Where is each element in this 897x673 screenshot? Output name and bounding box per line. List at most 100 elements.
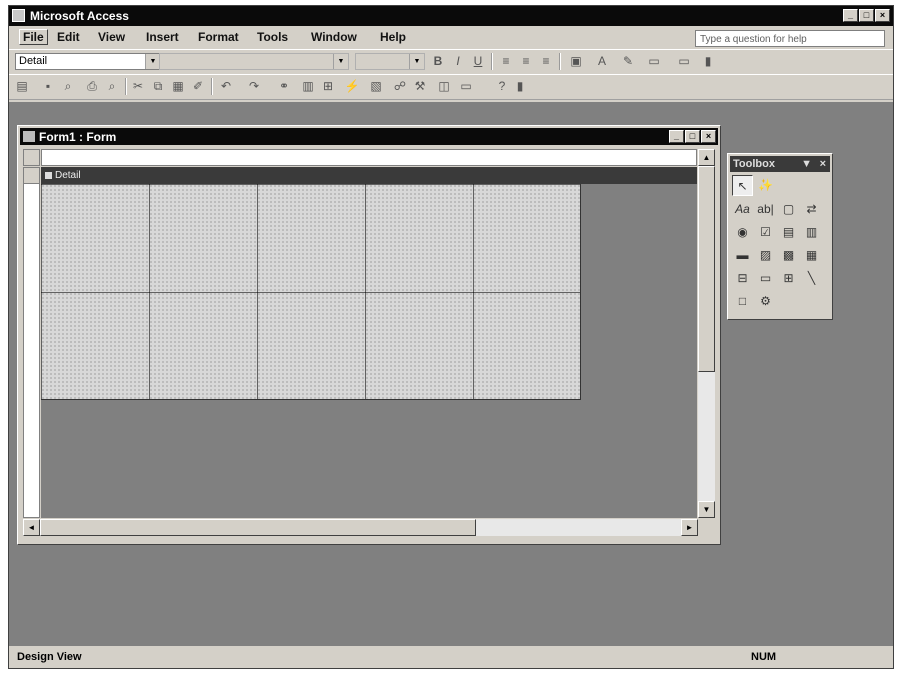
toolbox-icon[interactable]: ⊞ [319,78,337,95]
page-break-icon[interactable]: ⊟ [732,268,753,289]
bound-object-frame-icon[interactable]: ▦ [801,245,822,266]
form-design-toolbar: ▤ ▪ ⌕ ⎙ ⌕ ✂ ⧉ ▦ ✐ ↶ ↷ ⚭ ▥ ⊞ ⚡ ▧ ☍ ⚒ ◫ ▭ … [9,74,893,100]
unbound-object-frame-icon[interactable]: ▩ [778,245,799,266]
vertical-scrollbar[interactable]: ▲ ▼ [698,149,715,518]
option-button-icon[interactable]: ◉ [732,222,753,243]
tab-control-icon[interactable]: ▭ [755,268,776,289]
access-key-icon[interactable] [12,9,25,22]
form-minimize-button[interactable]: _ [669,130,684,143]
form-maximize-button[interactable]: □ [685,130,700,143]
scroll-down-icon[interactable]: ▼ [698,501,715,518]
format-painter-icon[interactable]: ✐ [189,78,207,95]
line-icon[interactable]: ╲ [801,268,822,289]
menu-format[interactable]: Format [198,30,239,44]
toggle-button-icon[interactable]: ⇄ [801,199,822,220]
scroll-right-icon[interactable]: ► [681,519,698,536]
vertical-scroll-thumb[interactable] [698,166,715,372]
form-icon[interactable] [23,131,35,142]
cut-icon[interactable]: ✂ [129,78,147,95]
toolbox-close-icon[interactable]: × [820,156,826,172]
menu-view[interactable]: View [98,30,125,44]
minimize-button[interactable]: _ [843,9,858,22]
toolbar-options-icon[interactable]: ▮ [511,78,529,95]
status-view: Design View [17,651,82,663]
list-box-icon[interactable]: ▥ [801,222,822,243]
paste-icon[interactable]: ▦ [169,78,187,95]
line-color-icon[interactable]: ✎ [619,53,637,70]
line-width-icon[interactable]: ▭ [645,53,663,70]
object-selector[interactable]: Detail ▼ [15,53,161,70]
section-selector[interactable] [23,167,40,184]
toolbar-options-icon[interactable]: ▮ [699,53,717,70]
combo-box-icon[interactable]: ▤ [778,222,799,243]
form-selector[interactable] [23,149,40,166]
copy-icon[interactable]: ⧉ [149,78,167,95]
more-controls-icon[interactable]: ⚙ [755,291,776,312]
horizontal-ruler[interactable] [41,149,697,166]
menu-file[interactable]: File [19,29,48,45]
properties-icon[interactable]: ☍ [391,78,409,95]
control-wizards-icon[interactable]: ✨ [755,175,776,196]
help-icon[interactable]: ? [493,78,511,95]
label-icon[interactable]: Aa [732,199,753,220]
command-button-icon[interactable]: ▬ [732,245,753,266]
design-canvas[interactable] [41,184,697,518]
scroll-up-icon[interactable]: ▲ [698,149,715,166]
chevron-down-icon[interactable]: ▼ [145,54,160,69]
subform-icon[interactable]: ⊞ [778,268,799,289]
scroll-left-icon[interactable]: ◄ [23,519,40,536]
underline-icon[interactable]: U [469,53,487,70]
autoformat-icon[interactable]: ⚡ [343,78,361,95]
save-icon[interactable]: ▪ [39,78,57,95]
align-center-icon[interactable]: ≡ [517,53,535,70]
option-group-icon[interactable]: ▢ [778,199,799,220]
print-preview-icon[interactable]: ⌕ [103,78,121,95]
menu-insert[interactable]: Insert [146,30,179,44]
detail-section-bar[interactable]: Detail [41,167,697,184]
align-right-icon[interactable]: ≡ [537,53,555,70]
view-icon[interactable]: ▤ [13,78,31,95]
field-list-icon[interactable]: ▥ [299,78,317,95]
text-box-icon[interactable]: ab| [755,199,776,220]
vertical-ruler[interactable] [23,167,40,518]
font-color-icon[interactable]: A [593,53,611,70]
toolbox-palette: Toolbox ▼ × ↖ ✨ Aa ab| ▢ ⇄ ◉ ☑ ▤ ▥ ▬ ▨ ▩… [727,153,833,320]
code-icon[interactable]: ▧ [367,78,385,95]
italic-icon[interactable]: I [449,53,467,70]
image-icon[interactable]: ▨ [755,245,776,266]
undo-icon[interactable]: ↶ [217,78,235,95]
chevron-down-icon[interactable]: ▼ [409,54,424,69]
rectangle-icon[interactable]: □ [732,291,753,312]
search-icon[interactable]: ⌕ [59,78,77,95]
chevron-down-icon[interactable]: ▼ [333,54,348,69]
database-window-icon[interactable]: ◫ [435,78,453,95]
font-name-combo[interactable]: ▼ [159,53,349,70]
select-objects-icon[interactable]: ↖ [732,175,753,196]
ask-question-box[interactable]: Type a question for help [695,30,885,47]
close-button[interactable]: × [875,9,890,22]
align-left-icon[interactable]: ≡ [497,53,515,70]
build-icon[interactable]: ⚒ [411,78,429,95]
print-icon[interactable]: ⎙ [83,78,101,95]
maximize-button[interactable]: □ [859,9,874,22]
check-box-icon[interactable]: ☑ [755,222,776,243]
insert-hyperlink-icon[interactable]: ⚭ [275,78,293,95]
menu-help[interactable]: Help [380,30,406,44]
size-grip[interactable] [698,519,715,536]
horizontal-scrollbar[interactable]: ◄ ► [23,519,698,536]
redo-icon[interactable]: ↷ [245,78,263,95]
form-close-button[interactable]: × [701,130,716,143]
menu-window[interactable]: Window [311,30,357,44]
new-object-icon[interactable]: ▭ [457,78,475,95]
fill-color-icon[interactable]: ▣ [567,53,585,70]
horizontal-scroll-thumb[interactable] [40,519,476,536]
menu-edit[interactable]: Edit [57,30,80,44]
bold-icon[interactable]: B [429,53,447,70]
menu-tools[interactable]: Tools [257,30,288,44]
special-effect-icon[interactable]: ▭ [675,53,693,70]
detail-grid[interactable] [41,184,581,400]
title-bar: Microsoft Access _ □ × [9,6,893,26]
font-size-combo[interactable]: ▼ [355,53,425,70]
toolbox-title-bar[interactable]: Toolbox ▼ × [730,156,830,172]
toolbox-menu-icon[interactable]: ▼ [801,156,812,172]
